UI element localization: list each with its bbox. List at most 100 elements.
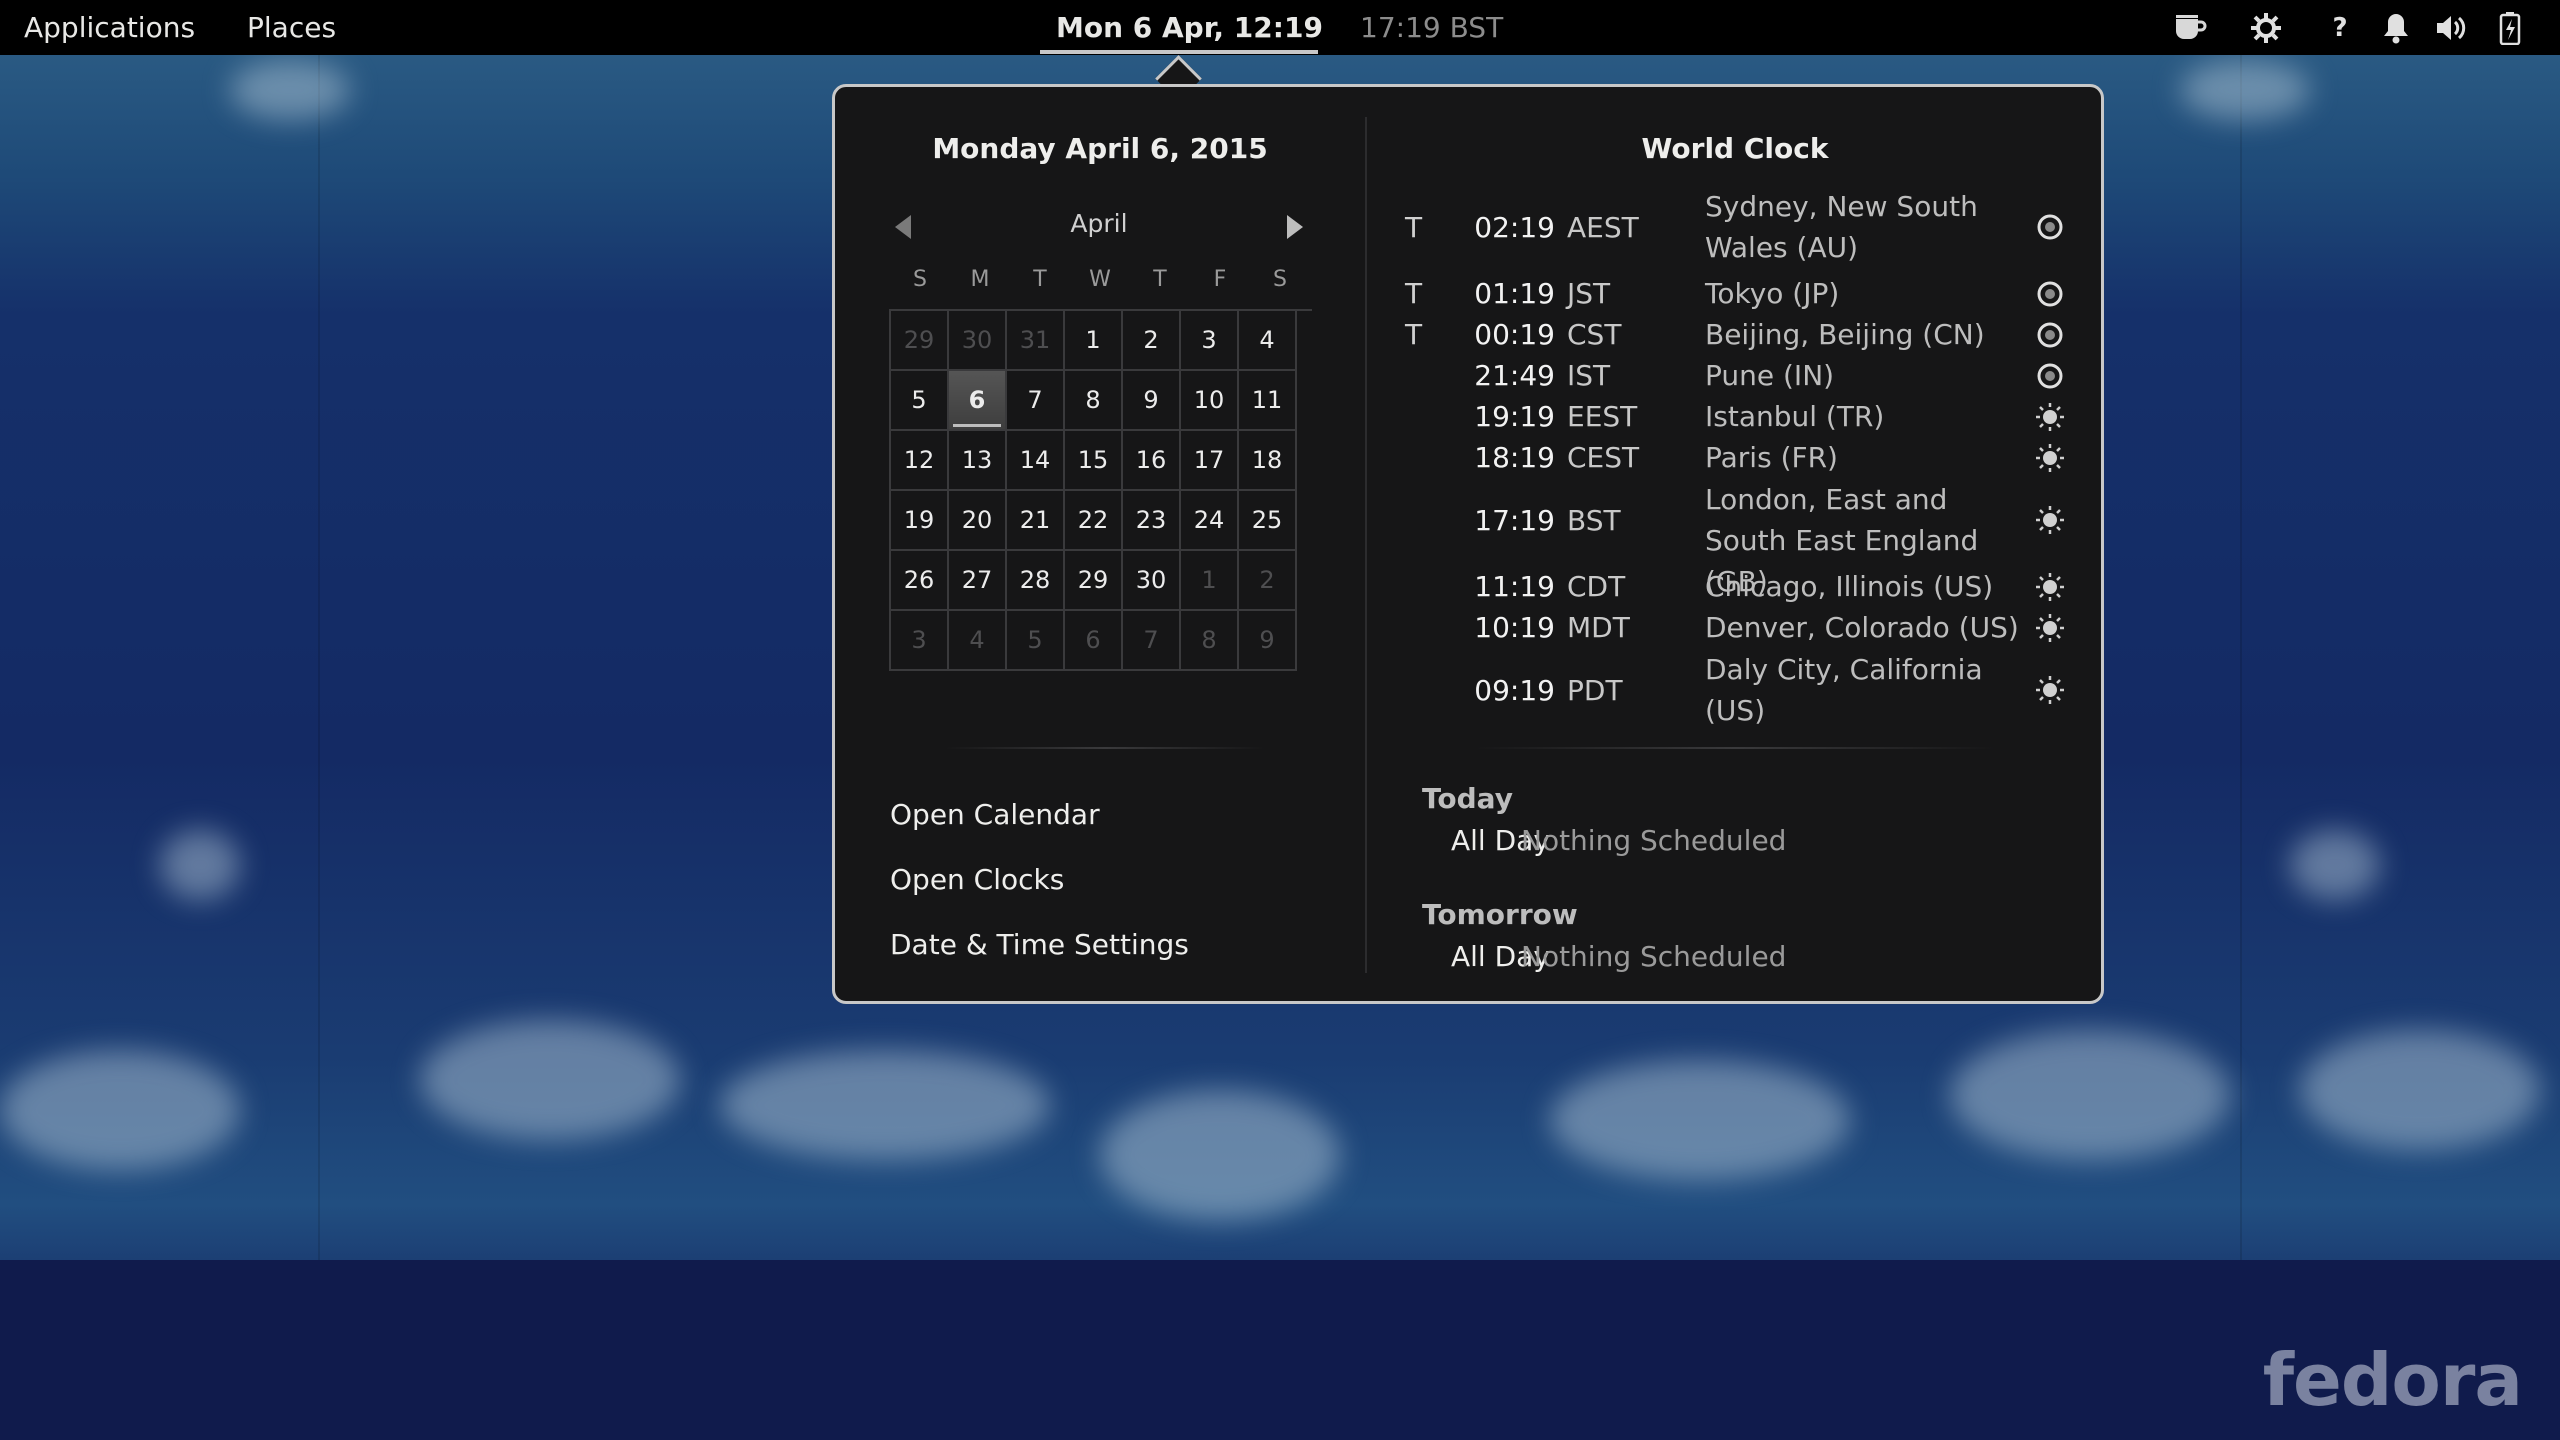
calendar-day[interactable]: 30	[1123, 551, 1181, 611]
calendar-day[interactable]: 4	[949, 611, 1007, 671]
calendar-day[interactable]: 29	[1065, 551, 1123, 611]
world-clock-row: 10:19 MDT Denver, Colorado (US)	[1405, 607, 2064, 648]
cloud	[1100, 1090, 1340, 1220]
weekday-label: F	[1213, 267, 1227, 292]
notification-bell-icon[interactable]	[2378, 10, 2414, 46]
places-menu[interactable]: Places	[247, 0, 336, 55]
calendar-day[interactable]: 12	[891, 431, 949, 491]
calendar-day[interactable]: 5	[1007, 611, 1065, 671]
world-clock-row: T 00:19 CST Beijing, Beijing (CN)	[1405, 314, 2063, 355]
help-icon[interactable]: ?	[2322, 10, 2358, 46]
weekday-label: S	[913, 267, 927, 292]
world-clock-time: 11:19	[1474, 570, 1555, 603]
tomorrow-marker: T	[1405, 277, 1423, 310]
calendar-day[interactable]: 1	[1065, 311, 1123, 371]
calendar-day[interactable]: 8	[1065, 371, 1123, 431]
open-calendar-link[interactable]: Open Calendar	[890, 798, 1100, 831]
world-clock-city: Tokyo (JP)	[1705, 277, 1840, 310]
calendar-day[interactable]: 29	[891, 311, 949, 371]
cloud	[1550, 1060, 1850, 1180]
world-clock-city: Beijing, Beijing (CN)	[1705, 318, 1985, 351]
calendar-day[interactable]: 31	[1007, 311, 1065, 371]
calendar-day[interactable]: 7	[1007, 371, 1065, 431]
volume-icon[interactable]	[2434, 10, 2470, 46]
world-clock-row: 18:19 CEST Paris (FR)	[1405, 437, 2064, 478]
world-clock-zone: CST	[1567, 318, 1622, 351]
fedora-logo: fedora	[2262, 1338, 2523, 1422]
calendar-day[interactable]: 9	[1239, 611, 1297, 671]
calendar-day-today[interactable]: 6	[949, 371, 1007, 431]
events-tomorrow-heading: Tomorrow	[1422, 898, 1578, 931]
cloud	[0, 1050, 240, 1170]
divider	[945, 747, 1265, 749]
world-clock-time: 18:19	[1474, 441, 1555, 474]
clock-button[interactable]: Mon 6 Apr, 12:19	[1056, 0, 1323, 55]
calendar-day[interactable]: 30	[949, 311, 1007, 371]
calendar-day[interactable]: 9	[1123, 371, 1181, 431]
calendar-day[interactable]: 14	[1007, 431, 1065, 491]
tomorrow-marker: T	[1405, 318, 1423, 351]
settings-gear-icon[interactable]	[2248, 10, 2284, 46]
calendar-day[interactable]: 17	[1181, 431, 1239, 491]
calendar-day[interactable]: 10	[1181, 371, 1239, 431]
event-text: Nothing Scheduled	[1521, 940, 1787, 973]
applications-menu[interactable]: Applications	[24, 0, 195, 55]
cloud	[2300, 1030, 2540, 1150]
calendar-day[interactable]: 27	[949, 551, 1007, 611]
events-today-heading: Today	[1422, 782, 1513, 815]
open-clocks-link[interactable]: Open Clocks	[890, 863, 1064, 896]
cloud	[1950, 1030, 2230, 1160]
weekday-header: SMTWTFS	[890, 267, 1310, 292]
sun-icon	[2035, 613, 2065, 643]
moon-icon	[2035, 212, 2065, 242]
calendar-day[interactable]: 24	[1181, 491, 1239, 551]
world-clock-row: 11:19 CDT Chicago, Illinois (US)	[1405, 566, 2064, 607]
calendar-day[interactable]: 22	[1065, 491, 1123, 551]
calendar-day[interactable]: 28	[1007, 551, 1065, 611]
calendar-day[interactable]: 1	[1181, 551, 1239, 611]
next-month-icon[interactable]	[1287, 215, 1303, 239]
calendar-day[interactable]: 18	[1239, 431, 1297, 491]
world-clock-row: T 01:19 JST Tokyo (JP)	[1405, 273, 2063, 314]
calendar-day[interactable]: 2	[1239, 551, 1297, 611]
cloud	[230, 60, 350, 120]
calendar-day[interactable]: 8	[1181, 611, 1239, 671]
calendar-day[interactable]: 20	[949, 491, 1007, 551]
calendar-day[interactable]: 16	[1123, 431, 1181, 491]
tomorrow-marker: T	[1405, 210, 1423, 244]
calendar-day[interactable]: 13	[949, 431, 1007, 491]
world-clock-city: Chicago, Illinois (US)	[1705, 570, 1994, 603]
calendar-day[interactable]: 15	[1065, 431, 1123, 491]
calendar-day[interactable]: 6	[1065, 611, 1123, 671]
calendar-day[interactable]: 4	[1239, 311, 1297, 371]
world-clock-time: 02:19	[1474, 210, 1555, 244]
calendar-day[interactable]: 3	[1181, 311, 1239, 371]
world-clock-zone: EEST	[1567, 400, 1638, 433]
calendar-day[interactable]: 23	[1123, 491, 1181, 551]
cloud	[2290, 830, 2380, 900]
datetime-settings-link[interactable]: Date & Time Settings	[890, 928, 1189, 961]
moon-icon	[2035, 320, 2065, 350]
world-clock-title[interactable]: World Clock	[1370, 132, 2100, 165]
cloud	[720, 1050, 1050, 1160]
calendar-day[interactable]: 19	[891, 491, 949, 551]
world-clock-row: 17:19 BST London, East and South East Engl…	[1405, 479, 2064, 598]
weekday-label: T	[1033, 267, 1047, 292]
calendar-day[interactable]: 2	[1123, 311, 1181, 371]
top-bar: Applications Places Mon 6 Apr, 12:19 17:…	[0, 0, 2560, 55]
calendar-day[interactable]: 7	[1123, 611, 1181, 671]
world-clock-row: 19:19 EEST Istanbul (TR)	[1405, 396, 2064, 437]
world-clock-zone: AEST	[1567, 210, 1639, 244]
sun-icon	[2035, 505, 2065, 535]
coffee-cup-icon[interactable]	[2172, 10, 2208, 46]
calendar-day[interactable]: 5	[891, 371, 949, 431]
calendar-day[interactable]: 26	[891, 551, 949, 611]
calendar-day[interactable]: 11	[1239, 371, 1297, 431]
calendar-day[interactable]: 25	[1239, 491, 1297, 551]
world-clock-zone: MDT	[1567, 611, 1630, 644]
world-clock-zone: BST	[1567, 503, 1621, 537]
battery-icon[interactable]	[2492, 10, 2528, 46]
world-clock-city: Paris (FR)	[1705, 441, 1838, 474]
calendar-day[interactable]: 21	[1007, 491, 1065, 551]
calendar-day[interactable]: 3	[891, 611, 949, 671]
